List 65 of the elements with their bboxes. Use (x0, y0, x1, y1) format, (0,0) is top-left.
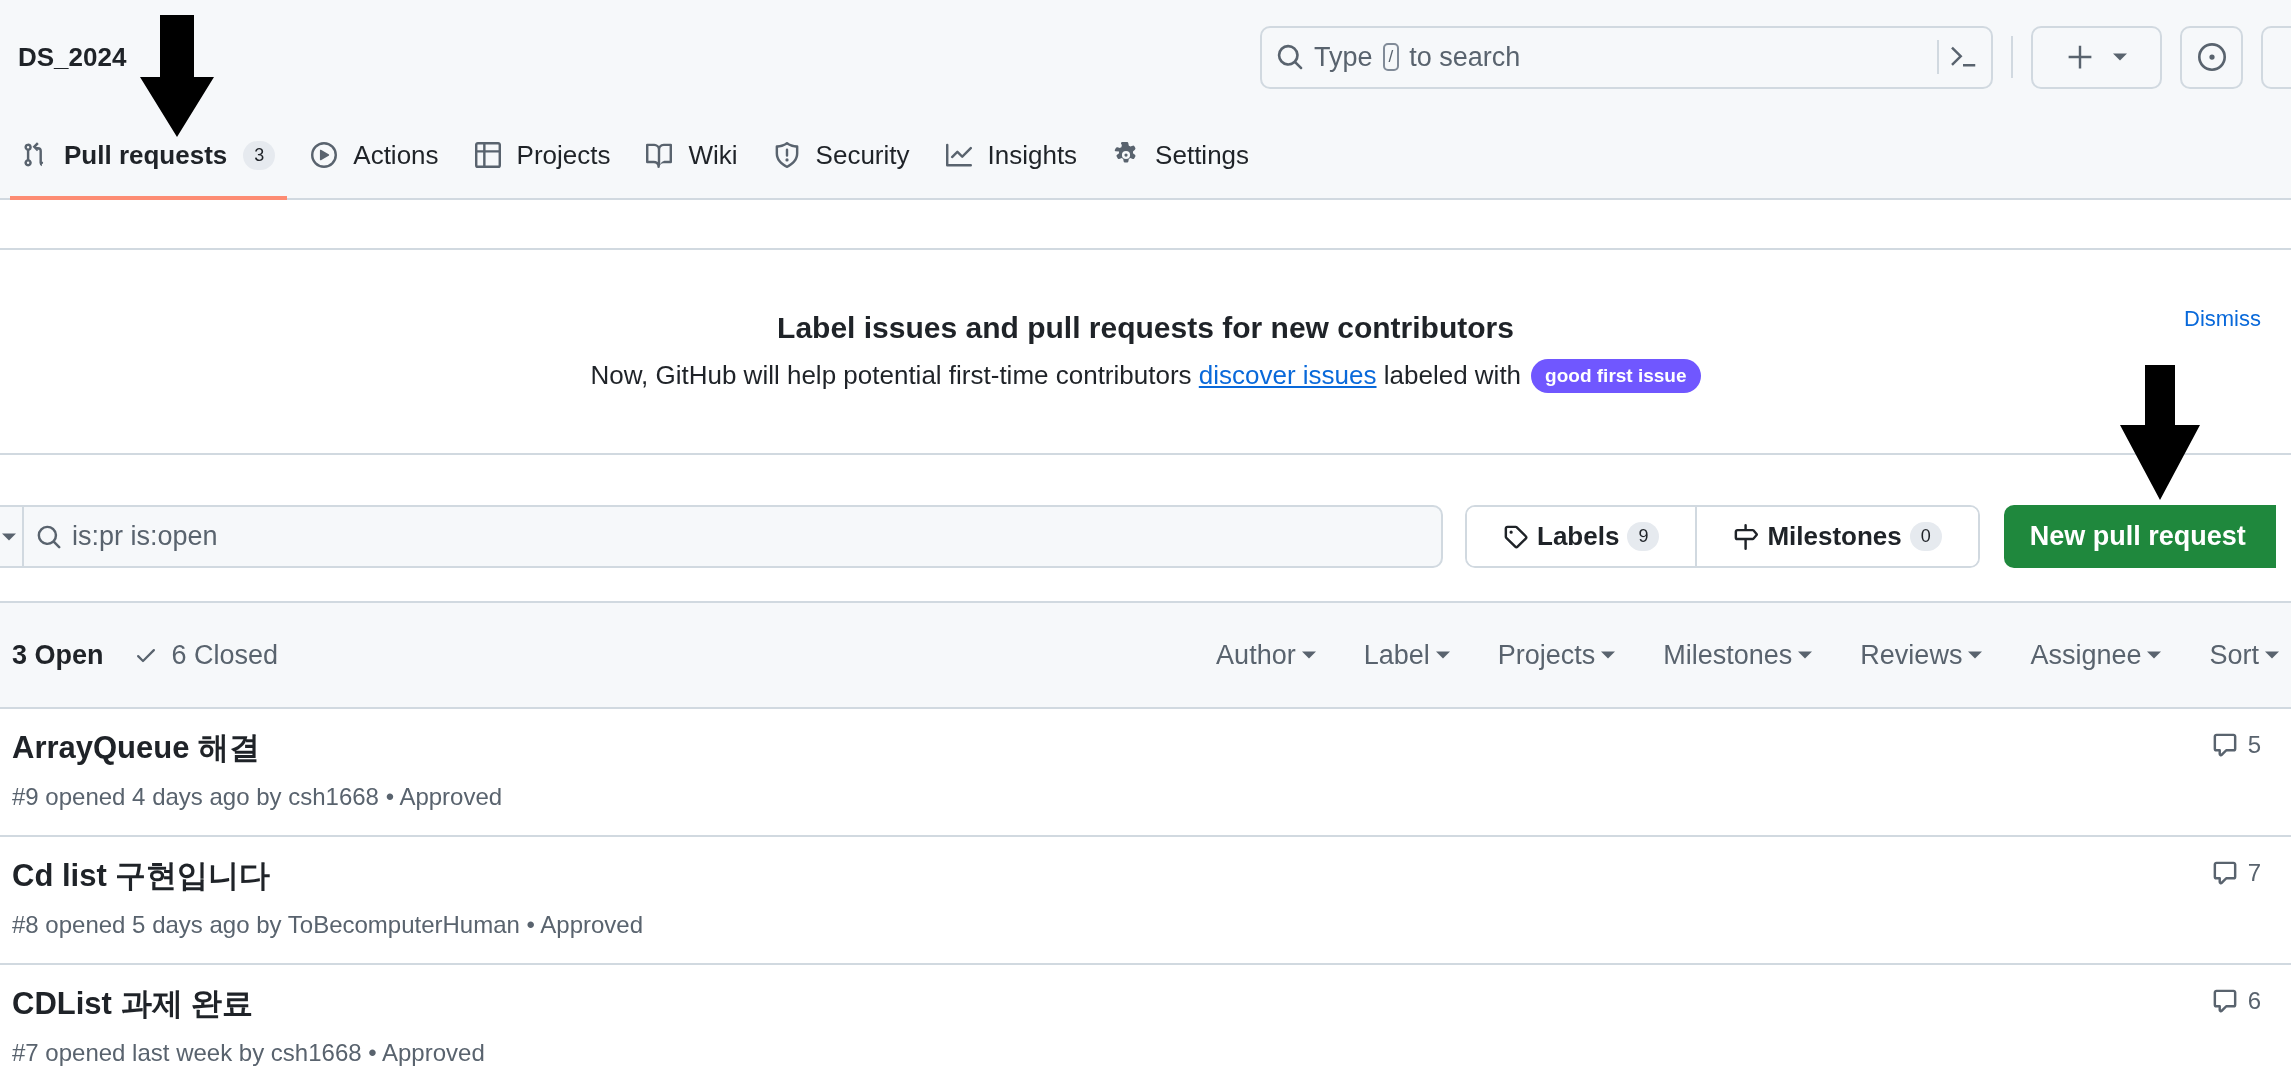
comment-count[interactable]: 5 (2211, 727, 2261, 763)
plus-icon (2066, 44, 2093, 71)
pull-request-title[interactable]: ArrayQueue 해결 (12, 727, 503, 769)
banner-text: Now, GitHub will help potential first-time contributors discover issues labeled with (590, 360, 1522, 391)
pull-request-meta: #9 opened 4 days ago by csh1668 • Approved (12, 783, 503, 811)
dismiss-link[interactable]: Dismiss (2184, 306, 2261, 332)
filter-menu[interactable]: Label (1363, 639, 1450, 671)
pull-request-meta: #7 opened last week by csh1668 • Approved (12, 1039, 485, 1067)
repo-tab[interactable]: Projects (462, 114, 623, 200)
count-badge: 0 (1909, 522, 1942, 551)
filter-menu[interactable]: Reviews (1860, 639, 1983, 671)
issues-button[interactable] (2180, 25, 2243, 89)
graph-icon (945, 142, 972, 169)
shield-icon (773, 142, 800, 169)
comment-icon (2211, 988, 2238, 1014)
table-icon (474, 142, 501, 169)
play-icon (311, 142, 338, 169)
pull-request-title[interactable]: Cd list 구현입니다 (12, 855, 644, 897)
comment-icon (2211, 732, 2238, 758)
search-hint: to search (1409, 41, 1521, 73)
banner-title: Label issues and pull requests for new contributors (777, 310, 1514, 345)
repo-tab[interactable]: Insights (933, 114, 1090, 200)
label-badge: good first issue (1531, 358, 1701, 393)
comment-icon (2211, 860, 2238, 886)
caret-icon (1968, 651, 1983, 659)
repo-tab[interactable]: Security (761, 114, 922, 200)
caret-icon (2112, 53, 2127, 62)
search-hint: Type (1314, 41, 1373, 73)
pull-request-meta: #8 opened 5 days ago by ToBecomputerHuman • Approved (12, 911, 644, 939)
filter-menu[interactable]: Author (1216, 639, 1316, 671)
comment-count[interactable]: 7 (2211, 855, 2261, 891)
state-tab[interactable]: 3 Open (12, 639, 134, 671)
repo-tab[interactable]: Actions (299, 114, 451, 200)
caret-icon (2, 532, 16, 541)
comment-count[interactable]: 6 (2211, 983, 2261, 1019)
pull-request-title[interactable]: CDList 과제 완료 (12, 983, 485, 1025)
caret-icon (2265, 651, 2279, 659)
state-tab[interactable]: 6 Closed (133, 639, 309, 671)
filter-input[interactable]: is:pr is:open (62, 521, 1441, 552)
search-field[interactable]: Type / to search (1260, 25, 1993, 89)
caret-icon (1435, 651, 1450, 659)
signpost-icon (1733, 523, 1760, 550)
filter-field[interactable]: is:pr is:open (0, 505, 1443, 568)
tag-icon (1503, 523, 1529, 550)
search-icon (1276, 43, 1304, 72)
search-icon (36, 523, 62, 550)
filter-menu[interactable]: Milestones (1663, 639, 1813, 671)
repo-tab[interactable]: Settings (1101, 114, 1262, 200)
repo-tab[interactable]: Wiki (634, 114, 750, 200)
filter-menu[interactable]: Projects (1497, 639, 1616, 671)
shortcut-key: / (1382, 43, 1400, 72)
issue-icon (2197, 43, 2226, 72)
caret-icon (1601, 651, 1616, 659)
caret-icon (1798, 651, 1813, 659)
count-badge: 3 (243, 140, 276, 170)
new-pull-request-button[interactable]: New pull request (2003, 505, 2276, 568)
caret-icon (2147, 651, 2162, 659)
count-badge: 9 (1627, 522, 1660, 551)
discover-link[interactable]: discover issues (1198, 360, 1377, 390)
book-icon (646, 142, 673, 169)
milestones-button[interactable]: Milestones 0 (1695, 507, 1978, 566)
repo-name[interactable]: DS_2024 (18, 41, 127, 73)
filter-menu[interactable]: Sort (2209, 639, 2279, 671)
filter-menu[interactable]: Assignee (2030, 639, 2162, 671)
caret-icon (1301, 651, 1316, 659)
